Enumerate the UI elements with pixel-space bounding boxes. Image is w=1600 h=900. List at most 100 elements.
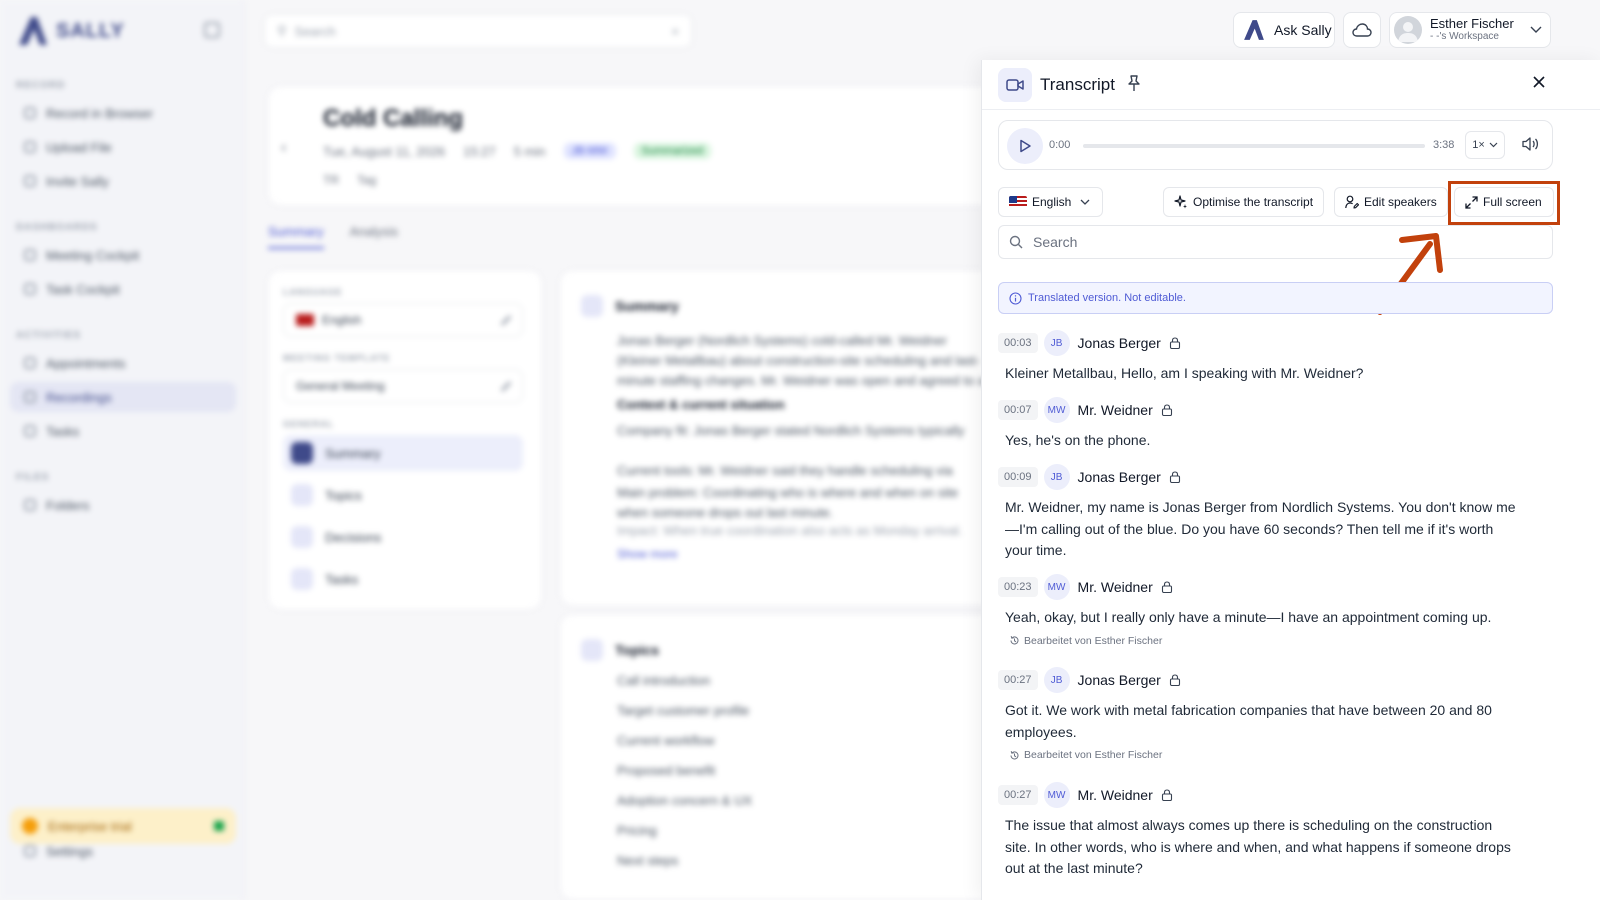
sidebar-item-folders[interactable]: Folders <box>10 490 236 520</box>
meeting-duration: 5 min <box>513 143 546 159</box>
optimise-transcript-button[interactable]: Optimise the transcript <box>1163 187 1325 217</box>
pin-icon[interactable] <box>1126 75 1142 93</box>
transcript-entry: 00:09 JB Jonas Berger Mr. Weidner, my na… <box>998 464 1558 562</box>
sidebar-item-appointments[interactable]: Appointments <box>10 348 236 378</box>
speaker-name[interactable]: Jonas Berger <box>1078 335 1161 351</box>
speaker-name[interactable]: Mr. Weidner <box>1078 402 1153 418</box>
user-menu[interactable]: Esther Fischer - -'s Workspace <box>1389 12 1551 48</box>
decisions-icon <box>291 526 313 548</box>
timestamp[interactable]: 00:07 <box>998 400 1038 420</box>
speaker-avatar: MW <box>1043 574 1070 600</box>
edited-by-text: Bearbeitet von Esther Fischer <box>1024 749 1163 761</box>
playback-speed-select[interactable]: 1× <box>1465 131 1505 159</box>
sidebar-item-meeting-cockpit[interactable]: Meeting Cockpit <box>10 240 236 270</box>
tab-analysis[interactable]: Analysis <box>350 224 398 249</box>
workspace-name: - -'s Workspace <box>1430 31 1499 42</box>
sidebar-item-settings[interactable]: Settings <box>10 836 236 866</box>
speaker-name[interactable]: Mr. Weidner <box>1078 787 1153 803</box>
timestamp[interactable]: 00:27 <box>998 785 1038 805</box>
sidebar-toggle-icon[interactable] <box>204 22 220 38</box>
topic-item[interactable]: Next steps <box>617 853 678 868</box>
timestamp[interactable]: 00:09 <box>998 467 1038 487</box>
sidebar-item-label: Record in Browser <box>46 105 153 121</box>
language-select[interactable]: English <box>283 303 523 337</box>
sidebar-item-invite-sally[interactable]: Invite Sally <box>10 166 236 196</box>
transcript-text: Kleiner Metallbau, Hello, am I speaking … <box>1005 365 1364 381</box>
close-icon[interactable] <box>1532 75 1546 89</box>
volume-icon[interactable] <box>1521 136 1539 152</box>
lock-icon <box>1161 581 1172 593</box>
timestamp[interactable]: 00:23 <box>998 577 1038 597</box>
transcript-text: Got it. We work with metal fabrication c… <box>1005 702 1492 740</box>
full-screen-button[interactable]: Full screen <box>1454 187 1554 217</box>
notice-text: Translated version. Not editable. <box>1028 292 1186 304</box>
template-select[interactable]: General Meeting <box>283 369 523 403</box>
sparkle-icon <box>1174 195 1187 209</box>
transcript-entry: 00:07 MW Mr. Weidner Yes, he's on the ph… <box>998 397 1558 452</box>
back-arrow-icon[interactable]: ‹ <box>281 139 286 157</box>
history-icon <box>1010 750 1019 759</box>
transcript-language-select[interactable]: English <box>998 187 1103 217</box>
arrow-right-icon <box>214 821 224 831</box>
gear-icon <box>24 845 36 857</box>
sidebar-item-record-browser[interactable]: Record in Browser <box>10 98 236 128</box>
language-label: LANGUAGE <box>283 287 343 297</box>
brand-name: SALLY <box>56 19 125 42</box>
current-time: 0:00 <box>1049 139 1071 151</box>
nav-tasks[interactable]: Tasks <box>283 561 523 597</box>
cloud-sync-button[interactable] <box>1343 12 1381 48</box>
clear-icon[interactable]: × <box>671 24 679 39</box>
nav-decisions[interactable]: Decisions <box>283 519 523 555</box>
topic-item[interactable]: Pricing <box>617 823 657 838</box>
sidebar-item-label: Settings <box>46 843 93 859</box>
summary-heading: Summary <box>581 295 679 317</box>
sidebar-item-recordings[interactable]: Recordings <box>10 382 236 412</box>
sidebar-item-upload-file[interactable]: Upload File <box>10 132 236 162</box>
chevron-down-icon <box>1489 142 1498 148</box>
sidebar-item-label: Meeting Cockpit <box>46 247 140 263</box>
sidebar-item-tasks[interactable]: Tasks <box>10 416 236 446</box>
language-initials: TR <box>323 173 339 187</box>
nav-topics[interactable]: Topics <box>283 477 523 513</box>
enterprise-label: Enterprise trial <box>48 818 132 834</box>
topic-item[interactable]: Proposed benefit <box>617 763 715 778</box>
summary-bullet: Impact: When true coordination also acts… <box>617 523 963 538</box>
timestamp[interactable]: 00:27 <box>998 670 1038 690</box>
summary-icon <box>291 442 313 464</box>
play-button[interactable] <box>1007 128 1043 164</box>
speaker-name[interactable]: Jonas Berger <box>1078 672 1161 688</box>
topic-item[interactable]: Adoption concern & UX <box>617 793 752 808</box>
edit-speakers-button[interactable]: Edit speakers <box>1334 187 1448 217</box>
sidebar-item-label: Recordings <box>46 389 112 405</box>
topics-card: Topics Call introduction Target customer… <box>560 614 1000 900</box>
summary-bullet: Current tools: Mr. Weidner said they han… <box>617 463 953 478</box>
topic-item[interactable]: Current workflow <box>617 733 715 748</box>
speaker-name[interactable]: Jonas Berger <box>1078 469 1161 485</box>
topic-item[interactable]: Call introduction <box>617 673 710 688</box>
sidebar-item-label: Tasks <box>46 423 80 439</box>
pencil-icon[interactable] <box>500 314 512 326</box>
nav-summary[interactable]: Summary <box>283 435 523 471</box>
summary-icon <box>581 295 603 317</box>
progress-track[interactable] <box>1083 144 1425 148</box>
topic-item[interactable]: Target customer profile <box>617 703 749 718</box>
tab-summary[interactable]: Summary <box>268 224 324 249</box>
global-search[interactable]: ⚲ Search × <box>264 14 692 48</box>
summary-context-title: Context & current situation <box>617 397 785 412</box>
summary-paragraph: Jonas Berger (Nordlich Systems) cold-cal… <box>617 333 985 388</box>
ask-sally-button[interactable]: Ask Sally <box>1233 12 1335 48</box>
speaker-avatar: JB <box>1043 464 1070 490</box>
transcript-search-input[interactable] <box>1033 234 1513 250</box>
template-value: General Meeting <box>296 379 385 393</box>
ask-sally-label: Ask Sally <box>1274 22 1332 38</box>
speaker-name[interactable]: Mr. Weidner <box>1078 579 1153 595</box>
timestamp[interactable]: 00:03 <box>998 333 1038 353</box>
sidebar-item-task-cockpit[interactable]: Task Cockpit <box>10 274 236 304</box>
transcript-drawer: Transcript 0:00 3:38 1× English Optimise… <box>981 60 1600 900</box>
show-more-link[interactable]: Show more <box>617 547 678 561</box>
add-tag-button[interactable]: Tag <box>357 173 376 187</box>
user-name: Esther Fischer <box>1430 16 1514 31</box>
transcript-search[interactable] <box>998 225 1553 259</box>
flag-icon <box>296 314 314 326</box>
pencil-icon[interactable] <box>500 380 512 392</box>
